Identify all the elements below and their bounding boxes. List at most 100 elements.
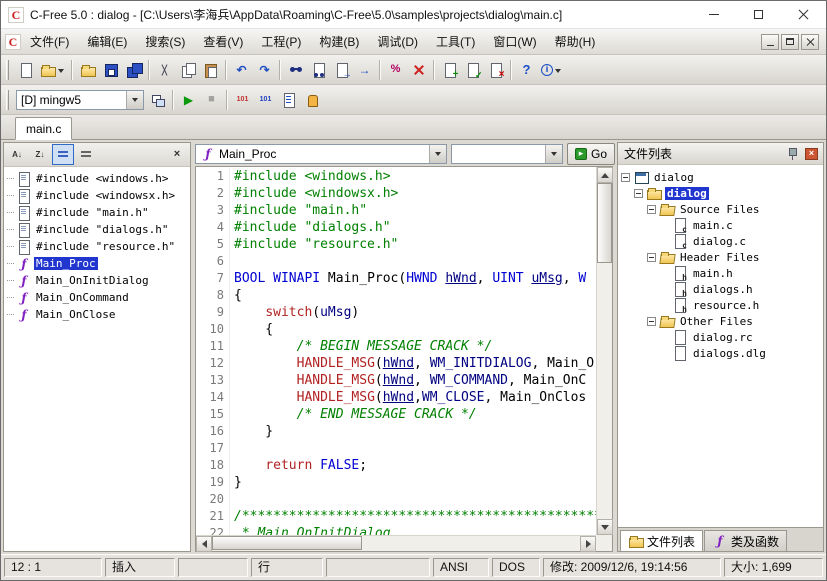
file-tree-item[interactable]: dialogs.h [618,281,823,297]
code-line[interactable]: return FALSE; [234,457,596,474]
compiler-settings-button[interactable] [146,88,169,111]
step-into-button[interactable]: 101 [231,88,254,111]
menu-窗口w[interactable]: 窗口(W) [484,28,545,55]
code-line[interactable]: /***************************************… [234,508,596,525]
file-tree-item[interactable]: Other Files [618,313,823,329]
panel-tab-classes-functions[interactable]: ƒ类及函数 [704,530,787,551]
find-next-button[interactable] [330,58,353,81]
symbol-item[interactable]: #include <windows.h> [4,170,190,187]
file-tree-item[interactable]: Header Files [618,249,823,265]
sort-alphabetic-button[interactable]: A↓ [6,144,28,165]
scroll-right-button[interactable] [580,536,596,552]
menu-搜索s[interactable]: 搜索(S) [136,28,194,55]
minimize-button[interactable] [691,1,736,28]
menu-帮助h[interactable]: 帮助(H) [546,28,605,55]
paste-button[interactable] [199,58,222,81]
dropdown-arrow-icon[interactable] [56,59,65,80]
code-line[interactable]: #include "main.h" [234,202,596,219]
file-tree-item[interactable]: dialog [618,169,823,185]
menu-工程p[interactable]: 工程(P) [252,28,310,55]
file-tree-item[interactable]: main.c [618,217,823,233]
code-line[interactable]: HANDLE_MSG(hWnd, WM_COMMAND, Main_OnC [234,372,596,389]
tree-expander[interactable] [647,205,656,214]
find-in-files-button[interactable] [307,58,330,81]
about-button[interactable]: i [538,58,565,81]
compile-button[interactable]: % [384,58,407,81]
vertical-scrollbar[interactable] [596,167,612,535]
mdi-close-button[interactable] [801,34,819,50]
stop-button[interactable]: ■ [200,88,223,111]
code-line[interactable]: switch(uMsg) [234,304,596,321]
code-editor[interactable]: 12345678910111213141516171819202122 #inc… [196,167,596,535]
chevron-down-icon[interactable] [126,91,143,109]
menu-构建b[interactable]: 构建(B) [310,28,368,55]
new-file-button[interactable] [14,58,37,81]
save-button[interactable] [99,58,122,81]
symbol-item[interactable]: ƒMain_OnCommand [4,289,190,306]
close-button[interactable] [781,1,826,28]
run-button[interactable]: ▶ [177,88,200,111]
pause-button[interactable] [300,88,323,111]
function-navigator-combo[interactable]: ƒ Main_Proc [195,144,447,164]
file-panel-close-button[interactable]: × [803,145,820,162]
code-line[interactable] [234,440,596,457]
dropdown-arrow-icon[interactable] [553,59,562,80]
code-line[interactable]: #include "resource.h" [234,236,596,253]
copy-button[interactable] [176,58,199,81]
remove-from-project-button[interactable] [484,58,507,81]
code-line[interactable]: BOOL WINAPI Main_Proc(HWND hWnd, UINT uM… [234,270,596,287]
symbol-panel-close-button[interactable]: × [166,144,188,165]
mdi-minimize-button[interactable] [761,34,779,50]
menu-编辑e[interactable]: 编辑(E) [78,28,136,55]
file-tree-item[interactable]: resource.h [618,297,823,313]
horizontal-scrollbar[interactable] [196,535,596,551]
help-button[interactable]: ? [515,58,538,81]
chevron-down-icon[interactable] [545,145,562,163]
code-line[interactable]: #include "dialogs.h" [234,219,596,236]
file-tree-item[interactable]: main.h [618,265,823,281]
mdi-restore-button[interactable] [781,34,799,50]
menu-文件f[interactable]: 文件(F) [21,28,78,55]
goto-line-button[interactable]: → [353,58,376,81]
secondary-combo[interactable] [451,144,563,164]
show-debug-output-button[interactable] [277,88,300,111]
file-tree-item[interactable]: Source Files [618,201,823,217]
save-all-button[interactable] [122,58,145,81]
tree-expander[interactable] [621,173,630,182]
symbol-item[interactable]: ƒMain_OnInitDialog [4,272,190,289]
code-line[interactable]: /* END MESSAGE CRACK */ [234,406,596,423]
add-file-to-project-button[interactable] [438,58,461,81]
sort-by-type-button[interactable]: Z↓ [29,144,51,165]
code-line[interactable] [234,491,596,508]
view-list-button[interactable] [52,144,74,165]
scroll-up-button[interactable] [597,167,613,183]
code-line[interactable]: /* BEGIN MESSAGE CRACK */ [234,338,596,355]
undo-button[interactable]: ↶ [230,58,253,81]
tree-expander[interactable] [647,317,656,326]
code-line[interactable]: } [234,474,596,491]
code-line[interactable]: { [234,321,596,338]
file-tree-item[interactable]: dialog.rc [618,329,823,345]
menu-调试d[interactable]: 调试(D) [368,28,427,55]
vertical-scroll-thumb[interactable] [597,183,612,263]
menu-工具t[interactable]: 工具(T) [427,28,484,55]
redo-button[interactable]: ↷ [253,58,276,81]
step-over-button[interactable]: 101 [254,88,277,111]
find-button[interactable] [284,58,307,81]
symbol-item[interactable]: #include <windowsx.h> [4,187,190,204]
open-workspace-button[interactable] [76,58,99,81]
code-line[interactable]: * Main_OnInitDialog [234,525,596,535]
pin-button[interactable] [783,145,800,162]
symbol-item[interactable]: #include "dialogs.h" [4,221,190,238]
code-line[interactable]: #include <windows.h> [234,168,596,185]
file-tree-item[interactable]: dialogs.dlg [618,345,823,361]
file-tree-item[interactable]: dialog.c [618,233,823,249]
open-file-button[interactable] [37,58,68,81]
code-line[interactable]: { [234,287,596,304]
toolbar-grip[interactable] [6,90,9,110]
compiler-combo[interactable]: [D] mingw5 [16,90,144,110]
code-line[interactable] [234,253,596,270]
code-line[interactable]: HANDLE_MSG(hWnd, WM_INITDIALOG, Main_O [234,355,596,372]
tree-expander[interactable] [634,189,643,198]
scroll-down-button[interactable] [597,519,613,535]
